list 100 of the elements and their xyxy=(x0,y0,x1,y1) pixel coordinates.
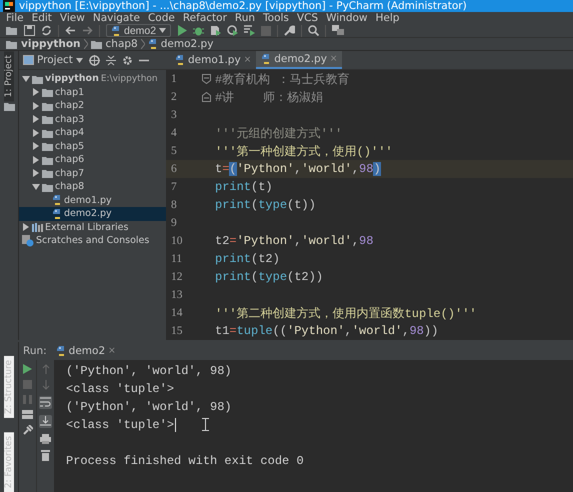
tree-item[interactable]: demo1.py xyxy=(19,194,166,207)
code-line: print(t2) xyxy=(215,252,280,266)
folder-icon xyxy=(42,182,53,192)
settings-icon[interactable] xyxy=(122,54,133,66)
profile-icon[interactable] xyxy=(227,25,238,36)
save-icon[interactable] xyxy=(24,25,35,36)
expanded-arrow-icon[interactable] xyxy=(32,182,40,191)
pin-icon[interactable] xyxy=(22,424,32,435)
tree-item[interactable]: chap7 xyxy=(19,166,166,180)
line-number: 2 xyxy=(170,91,178,103)
menu-item[interactable]: Code xyxy=(144,12,179,24)
python-file-icon xyxy=(261,54,272,64)
tree-item[interactable]: Scratches and Consoles xyxy=(19,234,166,248)
python-file-icon xyxy=(52,195,62,206)
console-output-line: <class 'tuple'> xyxy=(66,382,174,396)
back-icon[interactable] xyxy=(65,25,76,36)
line-number: 15 xyxy=(170,325,184,337)
fold-marker-icon[interactable] xyxy=(202,92,210,102)
folder-icon xyxy=(32,74,43,84)
bug-icon[interactable] xyxy=(193,25,204,36)
breadcrumb[interactable]: chap8 xyxy=(90,38,138,50)
menu-item[interactable]: View xyxy=(56,12,89,24)
line-number: 12 xyxy=(170,271,184,283)
code-line: #教育机构 ：马士兵教育 xyxy=(215,72,350,88)
breadcrumb[interactable]: demo2.py xyxy=(148,38,214,50)
mouse-cursor-icon xyxy=(202,418,210,432)
menu-item[interactable]: Tools xyxy=(259,12,293,24)
python-file-icon xyxy=(148,39,158,49)
folder-icon xyxy=(42,141,53,152)
text-caret xyxy=(175,418,176,432)
fold-marker-icon[interactable] xyxy=(202,74,210,84)
menu-item[interactable]: Run xyxy=(230,12,260,24)
folder-icon xyxy=(42,154,53,165)
tree-item[interactable]: chap6 xyxy=(19,153,166,166)
wrench-icon[interactable] xyxy=(284,25,296,36)
tree-item[interactable]: chap3 xyxy=(19,112,166,126)
line-number: 4 xyxy=(170,127,178,139)
line-number: 5 xyxy=(170,145,178,157)
run-icon[interactable] xyxy=(23,364,32,374)
console-output-line: Process finished with exit code 0 xyxy=(66,454,304,468)
expanded-arrow-icon[interactable] xyxy=(22,74,30,83)
line-number: 13 xyxy=(170,289,184,301)
layout-icon[interactable] xyxy=(22,410,33,419)
line-number: 10 xyxy=(170,235,184,247)
caret-icon xyxy=(159,28,166,33)
tool-window-tab[interactable]: 1: Project xyxy=(4,51,14,102)
sync-icon[interactable] xyxy=(41,25,52,36)
folder-icon xyxy=(42,128,53,138)
windows-icon[interactable] xyxy=(332,25,344,36)
code-line: '''元组的创建方式''' xyxy=(215,126,342,142)
soft-wrap-icon[interactable] xyxy=(40,397,51,408)
console-output-line: <class 'tuple'> xyxy=(66,418,174,432)
menu-item[interactable]: Window xyxy=(322,12,372,24)
editor-tab[interactable]: demo1.py × xyxy=(170,51,256,69)
code-line: t=('Python','world',98) xyxy=(215,162,381,176)
tree-item[interactable]: vippython E:\vippython xyxy=(19,72,166,86)
list-run-icon[interactable] xyxy=(244,25,256,36)
console-output-line: ('Python', 'world', 98) xyxy=(66,364,232,378)
run-label: Run: xyxy=(23,344,47,357)
library-icon xyxy=(32,222,43,232)
line-number: 6 xyxy=(170,163,178,175)
code-line: t2='Python','world',98 xyxy=(215,234,374,248)
code-line: print(t) xyxy=(215,180,273,194)
editor-tab[interactable]: demo2.py × xyxy=(256,51,342,69)
tree-item[interactable]: chap2 xyxy=(19,99,166,112)
code-line: '''第一种创建方式，使用()''' xyxy=(215,144,393,160)
tree-item[interactable]: chap5 xyxy=(19,140,166,153)
folder-icon xyxy=(42,114,53,124)
menu-item[interactable]: Refactor xyxy=(178,12,231,24)
panel-icon xyxy=(23,55,34,65)
menu-item[interactable]: VCS xyxy=(292,12,322,24)
scroll-to-end-icon[interactable] xyxy=(40,416,51,426)
python-file-icon xyxy=(175,55,185,65)
run-config-dropdown[interactable]: demo2 xyxy=(106,24,172,37)
line-number: 14 xyxy=(170,307,184,319)
menu-item[interactable]: Help xyxy=(372,12,404,24)
tree-item[interactable]: chap8 xyxy=(19,180,166,194)
folder-icon xyxy=(42,100,53,111)
tree-item[interactable]: chap4 xyxy=(19,126,166,140)
breadcrumb[interactable]: vippython xyxy=(6,38,81,50)
run-tab[interactable]: demo2 × xyxy=(52,344,119,357)
tree-item[interactable]: demo2.py xyxy=(19,207,166,220)
menu-item[interactable]: Edit xyxy=(28,12,56,24)
line-number: 3 xyxy=(170,109,178,121)
tree-item[interactable]: External Libraries xyxy=(19,220,166,234)
line-number: 11 xyxy=(170,253,184,265)
collapsed-arrow-icon[interactable] xyxy=(22,223,30,232)
menu-item[interactable]: File xyxy=(2,12,28,24)
target-icon[interactable] xyxy=(88,54,100,66)
menu-item[interactable]: Navigate xyxy=(88,12,144,24)
line-number: 9 xyxy=(170,217,178,229)
chevron-icon xyxy=(84,39,88,49)
tree-item[interactable]: chap1 xyxy=(19,86,166,99)
trash-icon[interactable] xyxy=(41,450,50,461)
print-icon[interactable] xyxy=(40,434,51,444)
project-view-dropdown[interactable]: Project xyxy=(23,54,83,66)
collapse-icon[interactable] xyxy=(106,54,116,66)
run-icon[interactable] xyxy=(177,25,188,36)
coverage-icon[interactable] xyxy=(210,25,222,36)
search-icon[interactable] xyxy=(308,25,320,36)
